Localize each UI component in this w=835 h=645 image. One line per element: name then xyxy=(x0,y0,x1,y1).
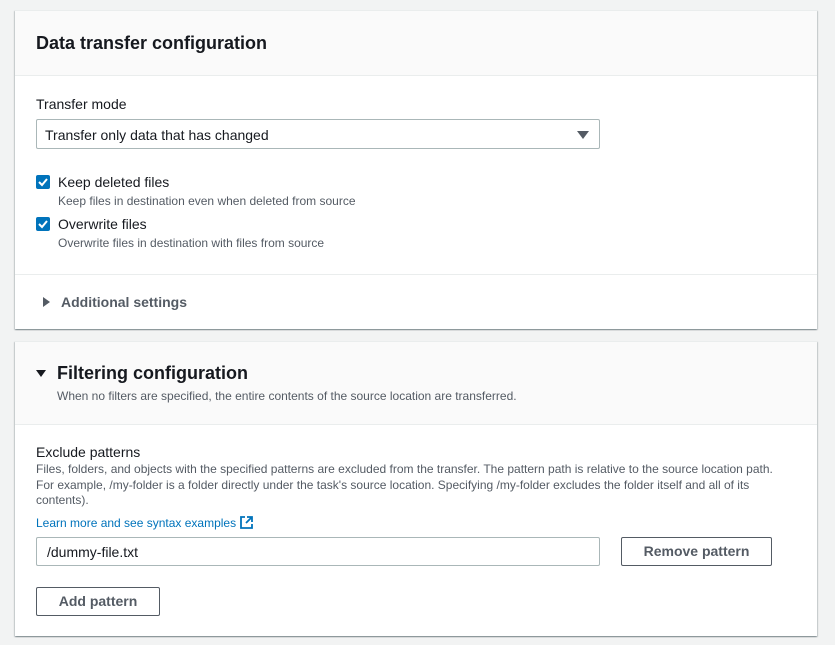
learn-more-link[interactable]: Learn more and see syntax examples xyxy=(36,516,236,530)
keep-deleted-checkbox[interactable] xyxy=(36,175,50,189)
exclude-description-line3: contents). xyxy=(36,493,89,507)
transfer-mode-value: Transfer only data that has changed xyxy=(45,127,269,143)
transfer-mode-label: Transfer mode xyxy=(36,96,127,112)
keep-deleted-description: Keep files in destination even when dele… xyxy=(58,194,356,208)
additional-settings-toggle[interactable]: Additional settings xyxy=(61,294,187,310)
exclude-pattern-value: /dummy-file.txt xyxy=(47,544,139,560)
overwrite-checkbox[interactable] xyxy=(36,217,50,231)
add-pattern-button[interactable]: Add pattern xyxy=(36,587,160,616)
filtering-panel: Filtering configuration When no filters … xyxy=(15,341,817,636)
exclude-patterns-label: Exclude patterns xyxy=(36,444,141,460)
caret-down-icon[interactable] xyxy=(36,370,46,377)
transfer-mode-select[interactable]: Transfer only data that has changed xyxy=(36,119,600,149)
caret-right-icon[interactable] xyxy=(43,297,50,307)
exclude-pattern-input[interactable]: /dummy-file.txt xyxy=(36,537,600,566)
overwrite-label[interactable]: Overwrite files xyxy=(58,216,147,232)
filtering-title[interactable]: Filtering configuration xyxy=(57,363,248,384)
exclude-description-line1: Files, folders, and objects with the spe… xyxy=(36,462,773,476)
data-transfer-panel: Data transfer configuration Transfer mod… xyxy=(15,10,817,329)
remove-pattern-button[interactable]: Remove pattern xyxy=(621,537,772,566)
external-link-icon[interactable] xyxy=(239,515,254,530)
caret-down-icon xyxy=(577,131,589,139)
exclude-description-line2: For example, /my-folder is a folder dire… xyxy=(36,478,750,492)
data-transfer-title: Data transfer configuration xyxy=(36,33,268,53)
overwrite-description: Overwrite files in destination with file… xyxy=(58,236,325,250)
divider xyxy=(15,274,817,275)
keep-deleted-label[interactable]: Keep deleted files xyxy=(58,174,169,190)
checkmark-icon xyxy=(38,220,48,229)
checkmark-icon xyxy=(38,178,48,187)
filtering-subtitle: When no filters are specified, the entir… xyxy=(57,389,517,403)
